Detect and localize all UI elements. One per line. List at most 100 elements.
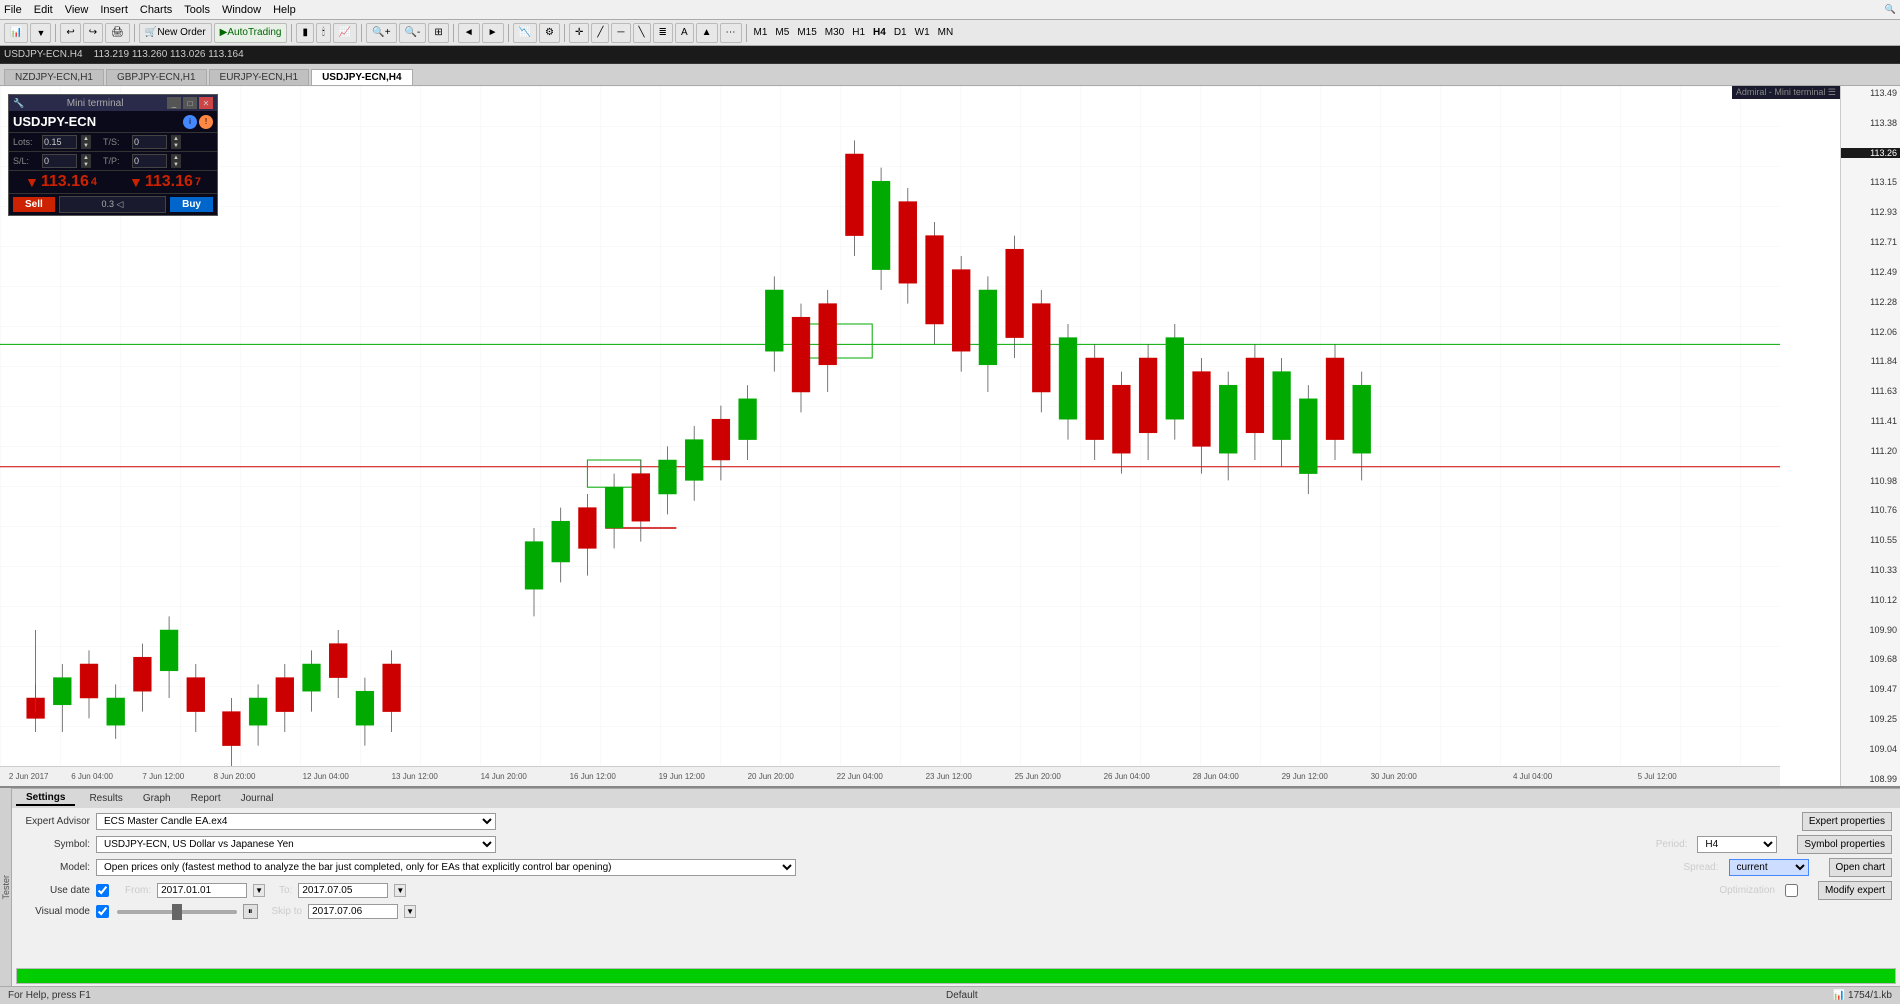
model-select[interactable]: Open prices only (fastest method to anal… [96,859,796,876]
skip-to-input[interactable] [308,904,398,919]
open-chart-btn[interactable]: Open chart [1829,858,1892,877]
new-order-btn[interactable]: 🛒 New Order [139,23,212,43]
scroll-left-btn[interactable]: ◄ [458,23,480,43]
ts-up[interactable]: ▲ [171,135,181,142]
price-4: 112.93 [1841,207,1900,217]
indicator-btn[interactable]: 📉 [513,23,537,43]
period-m5[interactable]: M5 [772,27,792,38]
more-tools-btn[interactable]: ⋯ [720,23,742,43]
lots-down[interactable]: ▼ [81,142,91,149]
bar-chart-btn[interactable]: ▮ [296,23,314,43]
sell-button[interactable]: Sell [13,197,55,212]
period-h4[interactable]: H4 [870,27,889,38]
text-btn[interactable]: A [675,23,694,43]
chart-tab-0[interactable]: NZDJPY-ECN,H1 [4,69,104,85]
spread-display: 0.3 ◁ [59,196,166,213]
tester-tab-settings[interactable]: Settings [16,791,75,806]
price-7: 112.28 [1841,297,1900,307]
expert-select[interactable]: ECS Master Candle EA.ex4 [96,813,496,830]
period-d1[interactable]: D1 [891,27,910,38]
chart-tab-2[interactable]: EURJPY-ECN,H1 [209,69,310,85]
lots-up[interactable]: ▲ [81,135,91,142]
period-select[interactable]: H4 [1697,836,1777,853]
scroll-right-btn[interactable]: ► [482,23,504,43]
minimize-btn[interactable]: _ [167,97,181,109]
to-date-input[interactable] [298,883,388,898]
buy-button[interactable]: Buy [170,197,213,212]
line-tool-btn[interactable]: ╱ [591,23,609,43]
from-date-picker[interactable]: ▼ [253,884,265,897]
price-20: 109.47 [1841,684,1900,694]
admiral-label[interactable]: Admiral - Mini terminal ☰ [1732,86,1840,99]
modify-expert-btn[interactable]: Modify expert [1818,881,1892,900]
sl-up[interactable]: ▲ [81,154,91,161]
auto-trading-btn[interactable]: ▶ AutoTrading [214,23,288,43]
menu-insert[interactable]: Insert [100,4,128,16]
undo-btn[interactable]: ↩ [60,23,80,43]
menu-file[interactable]: File [4,4,22,16]
menu-edit[interactable]: Edit [34,4,53,16]
ts-down[interactable]: ▼ [171,142,181,149]
tp-up[interactable]: ▲ [171,154,181,161]
period-m1[interactable]: M1 [751,27,771,38]
sl-input[interactable] [42,154,77,168]
redo-btn[interactable]: ↪ [83,23,103,43]
tester-tab-graph[interactable]: Graph [133,792,181,805]
zoom-in-btn[interactable]: ▼ [30,23,51,43]
visual-mode-checkbox[interactable] [96,905,109,918]
tester-tab-journal[interactable]: Journal [231,792,284,805]
zoom-out-btn[interactable]: 🔍- [399,23,427,43]
chart-svg [0,86,1780,766]
crosshair-btn[interactable]: ✛ [569,23,589,43]
properties-btn[interactable]: ⊞ [428,23,448,43]
status-bar: For Help, press F1 Default 📊 1754/1.kb [0,986,1900,1004]
zoom-in2-btn[interactable]: 🔍+ [366,23,396,43]
tp-down[interactable]: ▼ [171,161,181,168]
label-btn[interactable]: ▲ [696,23,718,43]
sl-down[interactable]: ▼ [81,161,91,168]
period-m30[interactable]: M30 [822,27,847,38]
line-btn[interactable]: 📈 [333,23,357,43]
maximize-btn[interactable]: □ [183,97,197,109]
period-m15[interactable]: M15 [794,27,819,38]
symbol-alert-btn[interactable]: ! [199,115,213,129]
symbol-info-btn[interactable]: i [183,115,197,129]
chart-tab-3[interactable]: USDJPY-ECN,H4 [311,69,412,85]
menu-charts[interactable]: Charts [140,4,172,16]
new-chart-btn[interactable]: 📊 [4,23,28,43]
tp-input[interactable] [132,154,167,168]
tester-tab-report[interactable]: Report [181,792,231,805]
period-sep-btn[interactable]: ⚙ [539,23,560,43]
ts-input[interactable] [132,135,167,149]
menu-view[interactable]: View [65,4,89,16]
from-date-input[interactable] [157,883,247,898]
period-mn[interactable]: MN [935,27,957,38]
period-w1[interactable]: W1 [912,27,933,38]
search-box[interactable]: 🔍 [1885,4,1896,15]
symbol-props-btn[interactable]: Symbol properties [1797,835,1892,854]
fib-btn[interactable]: ≣ [653,23,673,43]
chart-tab-1[interactable]: GBPJPY-ECN,H1 [106,69,207,85]
symbol-select[interactable]: USDJPY-ECN, US Dollar vs Japanese Yen [96,836,496,853]
period-h1[interactable]: H1 [849,27,868,38]
chart-info-bar: USDJPY-ECN.H4 113.219 113.260 113.026 11… [0,46,1900,64]
candle-btn[interactable]: 🕯 [316,23,331,43]
pause-btn[interactable]: ⏸ [243,904,258,919]
use-date-checkbox[interactable] [96,884,109,897]
visual-mode-label: Visual mode [20,906,90,917]
menu-window[interactable]: Window [222,4,261,16]
skip-to-picker[interactable]: ▼ [404,905,416,918]
menu-tools[interactable]: Tools [184,4,210,16]
visual-speed-slider[interactable] [117,910,237,914]
print-btn[interactable]: 🖨 [105,23,130,43]
lots-input[interactable] [42,135,77,149]
close-btn[interactable]: ✕ [199,97,213,109]
to-date-picker[interactable]: ▼ [394,884,406,897]
tline-btn[interactable]: ╲ [633,23,651,43]
spread-select[interactable]: current [1729,859,1809,876]
hline-btn[interactable]: ─ [611,23,630,43]
menu-help[interactable]: Help [273,4,296,16]
optimization-checkbox[interactable] [1785,884,1798,897]
expert-props-btn[interactable]: Expert properties [1802,812,1892,831]
tester-tab-results[interactable]: Results [79,792,132,805]
